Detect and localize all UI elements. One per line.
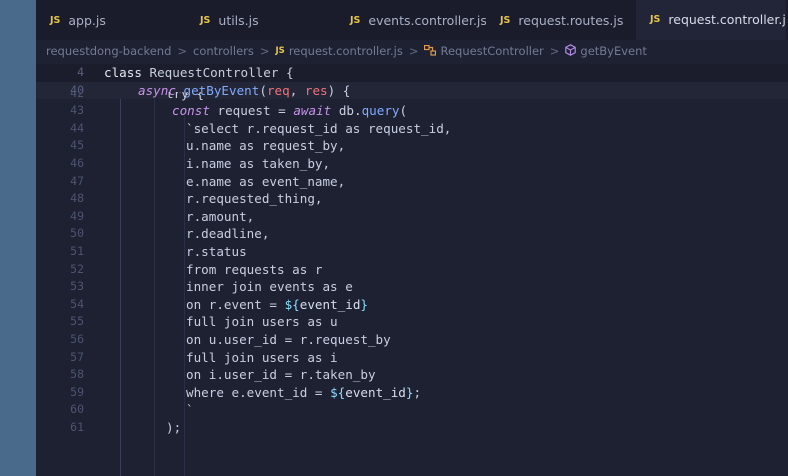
code-text: r.deadline,: [186, 226, 270, 242]
code-line[interactable]: 60 `: [36, 401, 788, 419]
breadcrumb: requestdong-backend > controllers > JS r…: [36, 40, 788, 62]
class-symbol-icon: [424, 44, 437, 58]
js-file-icon: JS: [350, 14, 361, 26]
code-text: inner join events as e: [186, 279, 353, 295]
code-text: class RequestController {: [104, 65, 294, 80]
code-text: r.status: [186, 244, 247, 259]
tab-label: utils.js: [218, 12, 259, 28]
breadcrumb-folder[interactable]: controllers: [193, 44, 254, 58]
line-number: 46: [70, 156, 84, 170]
line-number: 58: [70, 367, 84, 382]
tab-request-controller-js[interactable]: JSrequest.controller.jsM: [636, 0, 786, 40]
code-editor[interactable]: 4 class RequestController {40 async getByE…: [36, 64, 788, 476]
code-line[interactable]: 53 inner join events as e: [36, 278, 788, 296]
code-line[interactable]: 49 r.amount,: [36, 208, 788, 226]
code-line[interactable]: 59 where e.event_id = ${event_id};: [36, 384, 788, 402]
line-number: 48: [70, 191, 84, 206]
tab-events-controller-js[interactable]: JS events.controller.js: [336, 0, 486, 40]
code-text: full join users as i: [186, 349, 338, 365]
breadcrumb-method[interactable]: getByEvent: [580, 44, 647, 58]
code-text: r.requested_thing,: [186, 191, 323, 207]
line-number: 57: [70, 349, 84, 364]
tab-label: request.routes.js: [518, 12, 624, 28]
code-text: where e.event_id = ${event_id};: [186, 384, 422, 400]
code-line[interactable]: 43 const request = await db.query(: [36, 102, 788, 120]
tab-label: events.controller.js: [368, 12, 486, 28]
code-line[interactable]: 47 e.name as event_name,: [36, 173, 788, 191]
code-text: r.amount,: [186, 208, 255, 224]
code-line[interactable]: 45 u.name as request_by,: [36, 137, 788, 155]
breadcrumb-separator: >: [549, 44, 560, 58]
line-number: 55: [70, 314, 84, 329]
line-number: 59: [70, 384, 84, 399]
code-text: on u.user_id = r.request_by: [186, 332, 391, 347]
code-line[interactable]: 56 on u.user_id = r.request_by: [36, 331, 788, 349]
code-text: on i.user_id = r.taken_by: [186, 367, 376, 383]
code-line[interactable]: 61);: [36, 419, 788, 437]
tab-label: app.js: [68, 12, 106, 28]
line-number: 53: [70, 279, 84, 294]
tab-app-js[interactable]: JS app.js: [36, 0, 186, 40]
line-number: 42: [70, 92, 84, 101]
js-file-icon: JS: [650, 14, 661, 25]
js-file-icon: JS: [200, 14, 211, 26]
editor-window: JS app.js JS utils.js JS events.controller.js…: [36, 0, 788, 476]
breadcrumb-separator: >: [408, 44, 419, 58]
code-text: from requests as r: [186, 261, 323, 277]
tab-bar: JS app.js JS utils.js JS events.controller.js…: [36, 0, 788, 40]
code-text: full join users as u: [186, 314, 338, 330]
js-file-icon: JS: [50, 14, 61, 26]
line-number: 43: [70, 103, 84, 118]
code-text: const request = await db.query(: [172, 103, 408, 119]
breadcrumb-class[interactable]: RequestController: [440, 44, 543, 58]
code-line[interactable]: 44 `select r.request_id as request_id,: [36, 120, 788, 138]
tab-label: request.controller.js: [668, 12, 786, 27]
code-text: try {: [166, 92, 204, 102]
line-number: 47: [70, 173, 84, 188]
code-line[interactable]: 55 full join users as u: [36, 313, 788, 331]
line-number: 49: [70, 208, 84, 223]
line-number: 4: [77, 65, 84, 79]
line-number: 52: [70, 261, 84, 276]
code-line[interactable]: 4 class RequestController {: [36, 64, 788, 82]
code-line[interactable]: 50 r.deadline,: [36, 225, 788, 243]
code-text: e.name as event_name,: [186, 173, 346, 189]
line-number: 51: [70, 244, 84, 258]
line-number: 54: [70, 296, 84, 311]
breadcrumb-separator: >: [259, 44, 270, 58]
code-line[interactable]: 42 try {: [36, 92, 788, 102]
line-number: 44: [70, 120, 84, 135]
tab-utils-js[interactable]: JS utils.js: [186, 0, 336, 40]
code-line[interactable]: 52 from requests as r: [36, 261, 788, 279]
code-line[interactable]: 57 full join users as i: [36, 349, 788, 367]
code-text: u.name as request_by,: [186, 138, 346, 154]
code-text: i.name as taken_by,: [186, 156, 331, 171]
line-number: 60: [70, 402, 84, 417]
breadcrumb-project[interactable]: requestdong-backend: [46, 44, 171, 58]
breadcrumb-file[interactable]: request.controller.js: [289, 44, 403, 58]
code-line[interactable]: 51 r.status: [36, 243, 788, 261]
code-line[interactable]: 54 on r.event = ${event_id}: [36, 296, 788, 314]
breadcrumb-separator: >: [177, 44, 188, 58]
code-text: `: [186, 402, 194, 418]
js-file-icon: JS: [500, 14, 511, 26]
code-text: on r.event = ${event_id}: [186, 296, 369, 312]
code-line[interactable]: 58 on i.user_id = r.taken_by: [36, 366, 788, 384]
tab-request-routes-js[interactable]: JS request.routes.js: [486, 0, 636, 40]
line-number: 45: [70, 138, 84, 153]
line-number: 50: [70, 226, 84, 241]
code-line[interactable]: 48 r.requested_thing,: [36, 190, 788, 208]
code-text: );: [166, 420, 182, 435]
code-line[interactable]: 46 i.name as taken_by,: [36, 155, 788, 173]
method-symbol-icon: [565, 44, 577, 58]
line-number: 61: [70, 420, 84, 434]
line-number: 56: [70, 332, 84, 346]
js-file-icon: JS: [275, 46, 285, 56]
code-text: `select r.request_id as request_id,: [186, 120, 452, 136]
